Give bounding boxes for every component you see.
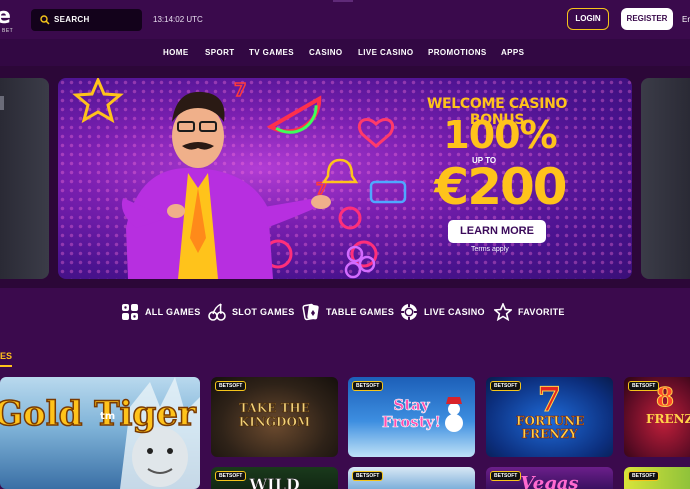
section-underline bbox=[0, 365, 12, 367]
game-tile-row2-b[interactable]: BETSOFT bbox=[348, 467, 475, 489]
game-tile-stay-frosty[interactable]: BETSOFT Stay Frosty! bbox=[348, 377, 475, 457]
provider-badge: BETSOFT bbox=[628, 471, 660, 481]
cartoon-host bbox=[121, 91, 331, 279]
search-icon bbox=[40, 15, 50, 25]
game-tile-wild[interactable]: BETSOFT WILD bbox=[211, 467, 338, 489]
trademark-mark: tm bbox=[100, 411, 116, 422]
neon-watermelon-icon bbox=[266, 95, 322, 134]
game-tile-frenzy[interactable]: BETSOFT 8 FRENZY bbox=[624, 377, 690, 457]
star-icon bbox=[494, 303, 512, 321]
cherries-icon bbox=[208, 303, 226, 321]
provider-badge: BETSOFT bbox=[628, 381, 660, 391]
clock: 13:14:02 UTC bbox=[153, 15, 203, 24]
neon-seven-icon: 7 bbox=[234, 80, 247, 101]
promo-banner[interactable]: 7 7 WELCOME CASINO BONUS 100% UP TO €200… bbox=[58, 78, 632, 279]
category-all-games[interactable]: ALL GAMES bbox=[121, 303, 201, 321]
neon-bell-icon bbox=[321, 158, 359, 184]
logo-letter: e bbox=[0, 4, 11, 29]
neon-heart-icon bbox=[357, 118, 395, 148]
neon-star-icon bbox=[72, 78, 124, 124]
game-title: Vegas bbox=[520, 473, 579, 489]
nav-sport[interactable]: SPORT bbox=[205, 48, 235, 57]
category-favorite[interactable]: FAVORITE bbox=[494, 303, 565, 321]
nav-live-casino[interactable]: LIVE CASINO bbox=[358, 48, 414, 57]
category-label: LIVE CASINO bbox=[424, 307, 485, 317]
nav-tv-games[interactable]: TV GAMES bbox=[249, 48, 294, 57]
learn-more-button[interactable]: LEARN MORE bbox=[448, 220, 546, 243]
bonus-percent: 100% bbox=[443, 113, 557, 157]
neon-grapes-icon bbox=[344, 245, 376, 279]
language-selector[interactable]: En bbox=[682, 15, 690, 24]
login-button[interactable]: LOGIN bbox=[567, 8, 609, 30]
number-symbol: 8 bbox=[655, 383, 675, 413]
category-table-games[interactable]: TABLE GAMES bbox=[302, 303, 394, 321]
prev-slide-marker bbox=[0, 96, 4, 110]
game-tile-row2-d[interactable]: BETSOFT bbox=[624, 467, 690, 489]
search-label: SEARCH bbox=[54, 15, 90, 24]
game-tile-fortune-frenzy[interactable]: BETSOFT 7 FORTUNE FRENZY bbox=[486, 377, 613, 457]
chip-icon bbox=[401, 304, 417, 320]
prev-slide[interactable] bbox=[0, 78, 49, 279]
terms-text: Terms apply bbox=[471, 246, 509, 253]
nav-promotions[interactable]: PROMOTIONS bbox=[428, 48, 487, 57]
category-label: SLOT GAMES bbox=[232, 307, 295, 317]
all-games-icon bbox=[122, 304, 138, 320]
provider-badge: BETSOFT bbox=[215, 381, 247, 391]
next-slide[interactable] bbox=[641, 78, 690, 279]
nav-apps[interactable]: APPS bbox=[501, 48, 524, 57]
game-title: FRENZY bbox=[646, 412, 690, 426]
nav-home[interactable]: HOME bbox=[163, 48, 189, 57]
top-accent bbox=[333, 0, 353, 2]
category-slot-games[interactable]: SLOT GAMES bbox=[208, 303, 295, 321]
neon-bar-icon bbox=[369, 180, 407, 204]
category-label: ALL GAMES bbox=[145, 307, 201, 317]
top-bar: e BET SEARCH 13:14:02 UTC LOGIN REGISTER… bbox=[0, 0, 690, 39]
game-title: WILD bbox=[249, 475, 300, 489]
bonus-amount: €200 bbox=[434, 158, 567, 216]
cards-icon bbox=[302, 303, 319, 321]
category-label: FAVORITE bbox=[518, 307, 565, 317]
category-label: TABLE GAMES bbox=[326, 307, 395, 317]
game-title: TAKE THE KINGDOM bbox=[238, 401, 311, 430]
game-tile-take-the-kingdom[interactable]: BETSOFT TAKE THE KINGDOM bbox=[211, 377, 338, 457]
seven-symbol-icon: 7 bbox=[537, 380, 562, 420]
logo-sub: BET bbox=[2, 28, 14, 34]
search-box[interactable]: SEARCH bbox=[31, 9, 142, 31]
snowman-artwork bbox=[445, 397, 463, 432]
main-nav: HOME SPORT TV GAMES CASINO LIVE CASINO P… bbox=[0, 39, 690, 66]
category-live-casino[interactable]: LIVE CASINO bbox=[400, 303, 485, 321]
register-button[interactable]: REGISTER bbox=[621, 8, 673, 30]
nav-casino[interactable]: CASINO bbox=[309, 48, 343, 57]
game-tile-vegas[interactable]: BETSOFT Vegas bbox=[486, 467, 613, 489]
provider-badge: BETSOFT bbox=[352, 471, 384, 481]
game-tile-gold-tiger[interactable]: Gold Tiger tm bbox=[0, 377, 200, 489]
section-title: ES bbox=[0, 351, 13, 361]
game-title: FORTUNE FRENZY bbox=[516, 414, 585, 441]
site-logo[interactable]: e BET bbox=[0, 4, 22, 35]
